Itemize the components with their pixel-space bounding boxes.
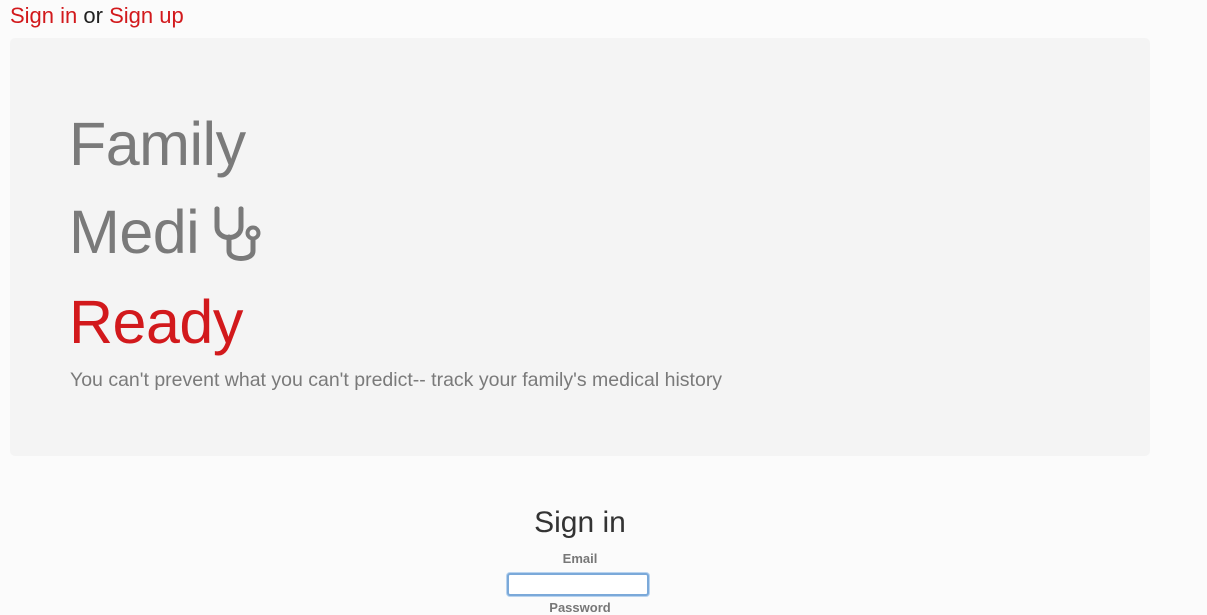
brand-line-medi-text: Medi	[69, 198, 200, 266]
email-field[interactable]	[507, 573, 649, 596]
email-label: Email	[562, 551, 598, 566]
top-auth-nav: Sign in or Sign up	[10, 2, 184, 30]
password-label: Password	[549, 600, 611, 615]
brand-line-ready: Ready	[69, 288, 243, 356]
brand-line-family: Family	[69, 110, 246, 178]
stethoscope-icon	[209, 205, 265, 263]
brand-line-medi: Medi	[69, 197, 265, 267]
signin-heading: Sign in	[534, 506, 626, 539]
hero-jumbotron: Family Medi Ready You can't prevent what…	[10, 38, 1150, 456]
sign-in-link[interactable]: Sign in	[10, 3, 77, 28]
sign-up-link[interactable]: Sign up	[109, 3, 184, 28]
hero-tagline: You can't prevent what you can't predict…	[70, 369, 723, 391]
nav-separator: or	[83, 3, 103, 28]
